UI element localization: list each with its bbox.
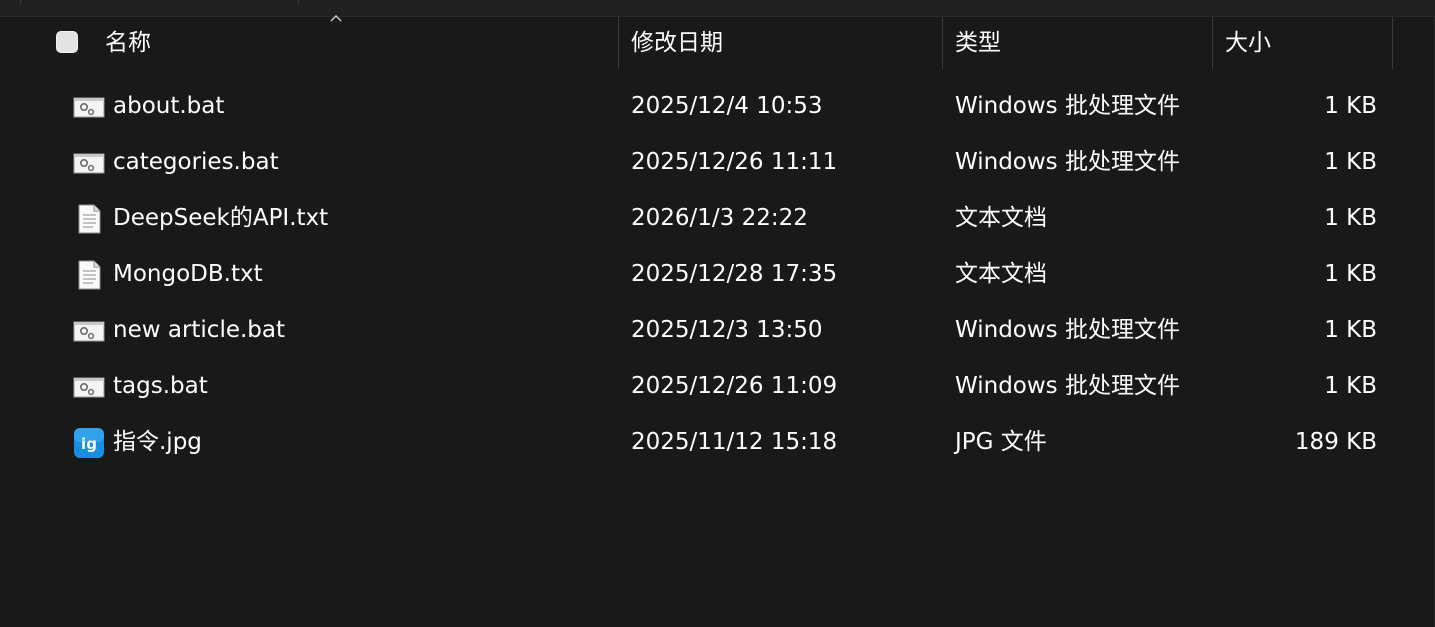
file-name: 指令.jpg — [113, 429, 202, 455]
file-type: Windows 批处理文件 — [955, 149, 1180, 175]
file-date-modified: 2025/12/3 13:50 — [631, 317, 823, 343]
file-type: Windows 批处理文件 — [955, 373, 1180, 399]
file-size: 1 KB — [1324, 373, 1377, 399]
file-size: 1 KB — [1324, 317, 1377, 343]
file-row[interactable]: new article.bat 2025/12/3 13:50 Windows … — [0, 303, 1435, 359]
file-name: about.bat — [113, 93, 225, 119]
file-type: 文本文档 — [955, 205, 1047, 231]
column-divider[interactable] — [1212, 17, 1213, 69]
text-file-icon — [73, 203, 105, 235]
svg-text:ig: ig — [81, 435, 97, 453]
batch-file-icon — [73, 371, 105, 403]
file-date-modified: 2025/12/26 11:09 — [631, 373, 838, 399]
column-header-date-modified[interactable]: 修改日期 — [631, 27, 723, 59]
file-size: 1 KB — [1324, 205, 1377, 231]
file-date-modified: 2025/12/28 17:35 — [631, 261, 838, 287]
file-size: 189 KB — [1294, 429, 1377, 455]
file-explorer-details-view: 名称 修改日期 类型 大小 about.bat 2025/12/4 10:53 … — [0, 0, 1435, 627]
file-row[interactable]: tags.bat 2025/12/26 11:09 Windows 批处理文件 … — [0, 359, 1435, 415]
column-divider[interactable] — [942, 17, 943, 69]
file-row[interactable]: ig 指令.jpg 2025/11/12 15:18 JPG 文件 189 KB — [0, 415, 1435, 471]
file-type: Windows 批处理文件 — [955, 317, 1180, 343]
top-toolbar-edge — [0, 0, 1435, 17]
text-file-icon — [73, 259, 105, 291]
file-size: 1 KB — [1324, 149, 1377, 175]
file-name: categories.bat — [113, 149, 279, 175]
file-date-modified: 2025/11/12 15:18 — [631, 429, 838, 455]
file-name: tags.bat — [113, 373, 208, 399]
file-type: JPG 文件 — [955, 429, 1047, 455]
file-row[interactable]: MongoDB.txt 2025/12/28 17:35 文本文档 1 KB — [0, 247, 1435, 303]
column-divider[interactable] — [618, 17, 619, 69]
file-type: 文本文档 — [955, 261, 1047, 287]
file-row[interactable]: categories.bat 2025/12/26 11:11 Windows … — [0, 135, 1435, 191]
file-date-modified: 2025/12/26 11:11 — [631, 149, 838, 175]
file-name: DeepSeek的API.txt — [113, 205, 329, 231]
select-all-checkbox[interactable] — [56, 31, 78, 53]
column-divider[interactable] — [1392, 17, 1393, 69]
file-row[interactable]: DeepSeek的API.txt 2026/1/3 22:22 文本文档 1 K… — [0, 191, 1435, 247]
column-header-type[interactable]: 类型 — [955, 27, 1001, 59]
file-name: new article.bat — [113, 317, 286, 343]
column-header-name[interactable]: 名称 — [105, 27, 151, 59]
file-row[interactable]: about.bat 2025/12/4 10:53 Windows 批处理文件 … — [0, 79, 1435, 135]
file-size: 1 KB — [1324, 261, 1377, 287]
batch-file-icon — [73, 91, 105, 123]
column-header-size[interactable]: 大小 — [1225, 27, 1271, 59]
file-size: 1 KB — [1324, 93, 1377, 119]
batch-file-icon — [73, 315, 105, 347]
file-date-modified: 2025/12/4 10:53 — [631, 93, 823, 119]
file-date-modified: 2026/1/3 22:22 — [631, 205, 808, 231]
file-name: MongoDB.txt — [113, 261, 263, 287]
batch-file-icon — [73, 147, 105, 179]
file-type: Windows 批处理文件 — [955, 93, 1180, 119]
jpg-image-icon: ig — [73, 427, 105, 459]
